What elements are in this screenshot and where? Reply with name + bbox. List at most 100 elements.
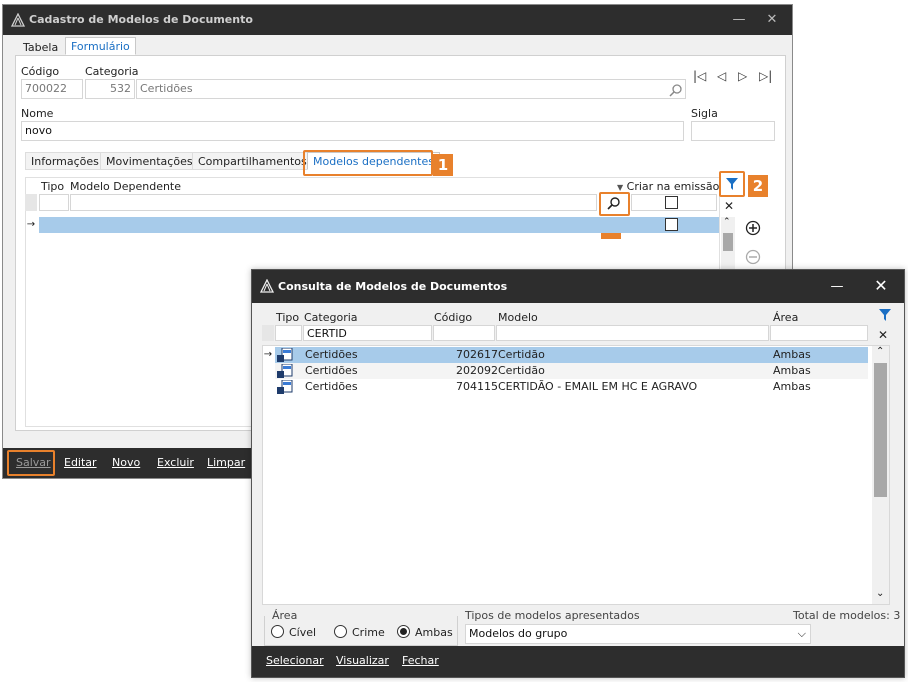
search-icon[interactable] xyxy=(669,83,683,97)
scroll-thumb[interactable] xyxy=(874,363,887,497)
sort-down-icon: ▼ xyxy=(617,183,624,192)
minimize-icon[interactable]: — xyxy=(728,11,750,29)
categoria-label: Categoria xyxy=(85,65,139,78)
col-categoria-header[interactable]: Categoria xyxy=(304,311,358,324)
col-modelo-header[interactable]: Modelo xyxy=(498,311,538,324)
clear-button[interactable]: Limpar xyxy=(207,456,245,469)
table-row[interactable]: Certidões 202092 Certidão Ambas xyxy=(275,363,868,379)
radio-ambas-label[interactable]: Ambas xyxy=(415,626,453,639)
table-row[interactable]: Certidões 704115 CERTIDÃO - EMAIL EM HC … xyxy=(275,379,868,395)
close-icon[interactable]: ✕ xyxy=(761,11,783,29)
row-indicator-header xyxy=(25,194,37,211)
view-button[interactable]: Visualizar xyxy=(336,654,389,667)
total-models: Total de modelos: 3 xyxy=(793,609,901,622)
main-titlebar: Cadastro de Modelos de Documento — ✕ xyxy=(3,5,792,35)
dialog-logo-icon xyxy=(260,279,274,293)
close-button[interactable]: Fechar xyxy=(402,654,439,667)
scroll-thumb[interactable] xyxy=(723,233,733,251)
dialog-close-icon[interactable]: ✕ xyxy=(870,277,892,295)
add-icon[interactable] xyxy=(745,220,761,236)
select-button[interactable]: Selecionar xyxy=(266,654,324,667)
filter-modelo-field[interactable] xyxy=(496,325,769,341)
filter-modelo[interactable] xyxy=(70,194,597,211)
app-logo-icon xyxy=(11,13,25,27)
row-criar-checkbox[interactable] xyxy=(665,218,678,231)
filter-row-indicator xyxy=(262,325,274,341)
dialog-action-bar: Selecionar Visualizar Fechar xyxy=(252,646,904,677)
search-models-icon[interactable] xyxy=(607,196,621,210)
tab-formulario[interactable]: Formulário xyxy=(65,37,136,55)
categoria-code-field[interactable]: 532 xyxy=(85,79,135,99)
last-record-icon[interactable]: ▷| xyxy=(759,69,772,83)
first-record-icon[interactable]: |◁ xyxy=(693,69,706,83)
filter-icon[interactable] xyxy=(725,177,739,191)
scroll-down-icon[interactable]: ⌄ xyxy=(876,588,884,599)
row-modelo: CERTIDÃO - EMAIL EM HC E AGRAVO xyxy=(498,380,698,393)
dialog-clear-filter-icon[interactable]: ✕ xyxy=(878,328,888,342)
col-area-header[interactable]: Área xyxy=(773,311,798,324)
row-area: Ambas xyxy=(773,380,811,393)
codigo-field[interactable]: 700022 xyxy=(21,79,83,99)
remove-icon[interactable] xyxy=(745,249,761,265)
document-model-icon xyxy=(277,348,293,362)
dialog-title: Consulta de Modelos de Documentos xyxy=(278,280,508,293)
results-scrollbar[interactable]: ⌃ ⌄ xyxy=(872,346,889,604)
row-area: Ambas xyxy=(773,364,811,377)
col-tipo-header[interactable]: Tipo xyxy=(41,180,64,193)
filter-criar-checkbox[interactable] xyxy=(665,196,678,209)
table-row[interactable]: Certidões 702617 Certidão Ambas xyxy=(275,347,868,363)
radio-crime-label[interactable]: Crime xyxy=(352,626,385,639)
selected-row[interactable] xyxy=(39,217,719,233)
col-criar-label: Criar na emissão xyxy=(626,180,720,193)
subtab-movimentacoes[interactable]: Movimentações xyxy=(100,152,199,170)
filter-categoria-field[interactable]: CERTID xyxy=(303,325,432,341)
row-categoria: Certidões xyxy=(305,380,358,393)
next-record-icon[interactable]: ▷ xyxy=(738,69,747,83)
current-row-arrow-icon: → xyxy=(263,349,273,360)
clear-filter-icon[interactable]: ✕ xyxy=(724,199,734,213)
chevron-down-icon: ⌵ xyxy=(797,627,806,640)
filter-tipo[interactable] xyxy=(39,194,69,211)
col-codigo-header[interactable]: Código xyxy=(434,311,472,324)
col-modelo-header[interactable]: Modelo Dependente xyxy=(70,180,181,193)
row-codigo: 202092 xyxy=(456,364,498,377)
categoria-name-field[interactable]: Certidões xyxy=(136,79,686,99)
nome-field[interactable]: novo xyxy=(21,121,684,141)
save-button[interactable]: Salvar xyxy=(16,456,51,469)
subtab-compartilhamentos[interactable]: Compartilhamentos xyxy=(192,152,313,170)
col-criar-header[interactable]: ▼ Criar na emissão xyxy=(617,180,719,193)
edit-button[interactable]: Editar xyxy=(64,456,97,469)
callout-1: 1 xyxy=(433,154,453,176)
new-button[interactable]: Novo xyxy=(112,456,140,469)
tipos-label: Tipos de modelos apresentados xyxy=(465,609,640,622)
delete-button[interactable]: Excluir xyxy=(157,456,194,469)
scroll-up-icon[interactable]: ⌃ xyxy=(876,346,884,357)
callout-2: 2 xyxy=(748,175,768,197)
radio-ambas[interactable] xyxy=(397,625,410,638)
tipos-select[interactable]: Modelos do grupo ⌵ xyxy=(465,624,811,644)
prev-record-icon[interactable]: ◁ xyxy=(717,69,726,83)
col-tipo-header[interactable]: Tipo xyxy=(276,311,299,324)
radio-civel-label[interactable]: Cível xyxy=(289,626,316,639)
grid-scrollbar[interactable]: ⌃ xyxy=(721,217,735,272)
main-window-title: Cadastro de Modelos de Documento xyxy=(29,13,253,26)
row-categoria: Certidões xyxy=(305,348,358,361)
filter-area-field[interactable] xyxy=(770,325,868,341)
row-codigo: 702617 xyxy=(456,348,498,361)
dialog-filter-icon[interactable] xyxy=(878,308,892,322)
tipos-select-value: Modelos do grupo xyxy=(469,627,568,640)
row-area: Ambas xyxy=(773,348,811,361)
current-row-arrow-icon: → xyxy=(26,219,36,230)
dialog-minimize-icon[interactable]: — xyxy=(826,278,848,296)
sigla-field[interactable] xyxy=(691,121,775,141)
highlight-modelos-dependentes xyxy=(303,150,433,176)
filter-codigo-field[interactable] xyxy=(433,325,495,341)
subtab-informacoes[interactable]: Informações xyxy=(25,152,105,170)
row-modelo: Certidão xyxy=(498,348,545,361)
radio-civel[interactable] xyxy=(271,625,284,638)
scroll-up-icon[interactable]: ⌃ xyxy=(723,217,731,227)
radio-crime[interactable] xyxy=(334,625,347,638)
filter-tipo-field[interactable] xyxy=(275,325,302,341)
tab-tabela[interactable]: Tabela xyxy=(17,38,64,56)
document-model-icon xyxy=(277,364,293,378)
